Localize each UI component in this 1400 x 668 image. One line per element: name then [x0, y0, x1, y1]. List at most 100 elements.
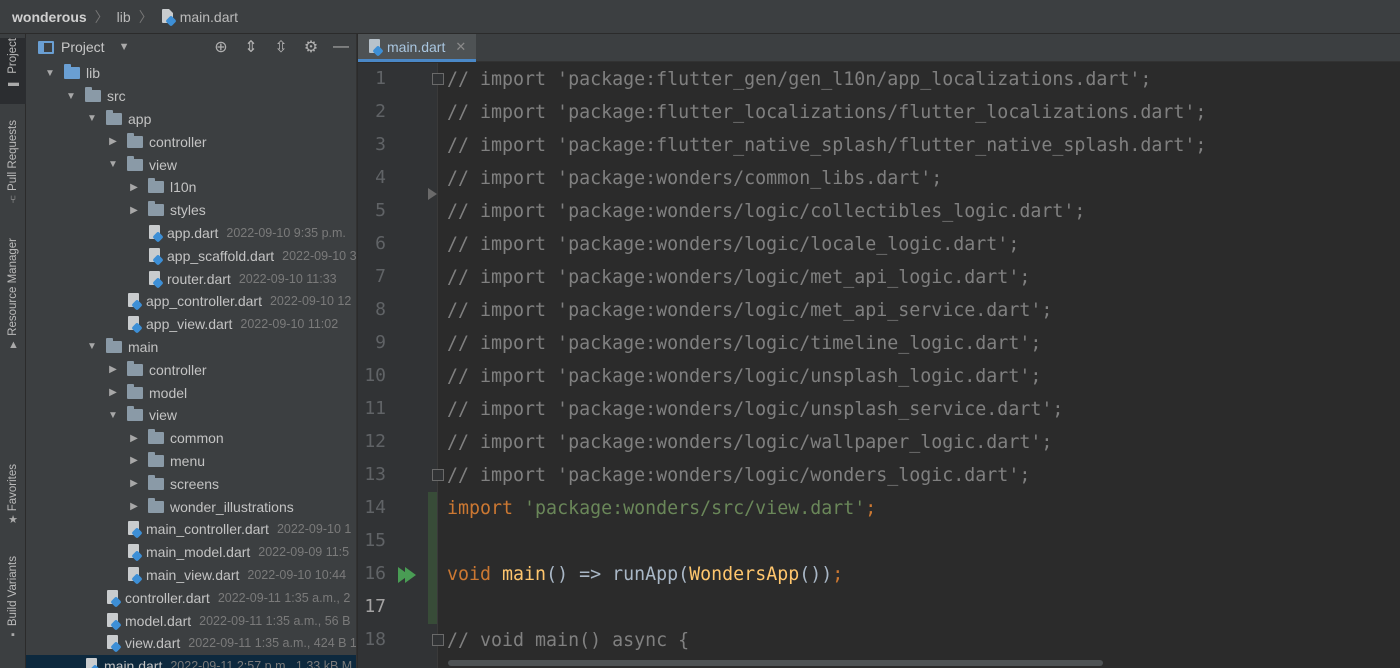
gear-icon[interactable]: ⚙: [296, 37, 326, 57]
breadcrumb-project[interactable]: wonderous: [12, 9, 87, 25]
dart-file-icon: [127, 293, 143, 312]
collapse-all-icon[interactable]: ⇳: [266, 37, 296, 57]
tree-folder-l10n[interactable]: ▶ l10n: [26, 176, 356, 199]
breadcrumb-file[interactable]: main.dart: [180, 9, 238, 25]
tree-item-label: main_view.dart: [146, 566, 240, 583]
locate-icon[interactable]: ⊕: [206, 37, 236, 57]
tree-file[interactable]: view.dart 2022-09-11 1:35 a.m., 424 B 1: [26, 632, 357, 655]
editor-area: main.dart ✕ 1 2 3 4 5 6 7 8 9 10 11 12 13 14 15 16 17 18 …: [358, 34, 1400, 668]
tree-item-meta: 2022-09-10 3: [282, 248, 357, 263]
chevron-down-icon[interactable]: ▼: [44, 68, 56, 79]
tree-folder-view[interactable]: ▼ view: [26, 153, 356, 176]
chevron-down-icon[interactable]: ▼: [86, 341, 98, 352]
tool-tab-resource-manager[interactable]: Resource Manager ▲: [0, 238, 26, 362]
chevron-right-icon[interactable]: ▶: [128, 205, 140, 216]
project-panel: Project ▼ ⊕ ⇕ ⇳ ⚙ — ▼ lib ▼ src ▼ app ▶ control…: [26, 34, 357, 668]
tree-item-label: src: [107, 88, 126, 105]
chevron-down-icon[interactable]: ▼: [65, 91, 77, 102]
chevron-right-icon[interactable]: ▶: [128, 433, 140, 444]
tree-file[interactable]: app_scaffold.dart 2022-09-10 3: [26, 244, 357, 267]
run-icon[interactable]: [405, 567, 416, 583]
line-number: 12: [364, 431, 386, 452]
folder-icon: [148, 497, 164, 513]
tree-folder-common[interactable]: ▶ common: [26, 427, 356, 450]
tree-file[interactable]: app.dart 2022-09-10 9:35 p.m.: [26, 222, 356, 245]
fold-icon[interactable]: [432, 634, 444, 646]
chevron-right-icon[interactable]: ▶: [128, 455, 140, 466]
tab-main-dart[interactable]: main.dart ✕: [358, 34, 476, 62]
tree-file[interactable]: router.dart 2022-09-10 11:33: [26, 267, 356, 290]
code-line: // import 'package:wonders/logic/met_api…: [447, 261, 1030, 294]
code-token: // import 'package:wonders/logic/timelin…: [447, 333, 1042, 354]
code-line: // import 'package:wonders/logic/unsplas…: [447, 393, 1063, 426]
breadcrumb-folder[interactable]: lib: [117, 9, 131, 25]
tree-folder-view[interactable]: ▼ view: [26, 404, 356, 427]
tree-item-label: router.dart: [167, 270, 231, 287]
project-view-selector[interactable]: Project: [61, 39, 105, 55]
chevron-right-icon: 〉: [94, 8, 109, 25]
tree-file[interactable]: app_view.dart 2022-09-10 11:02: [26, 313, 356, 336]
dart-file-icon: [127, 521, 143, 539]
tree-folder-controller[interactable]: ▶ controller: [26, 358, 356, 381]
chevron-right-icon[interactable]: ▶: [128, 182, 140, 193]
tool-tab-build-variants[interactable]: Build Variants ▪: [0, 556, 26, 656]
editor-gutter: 1 2 3 4 5 6 7 8 9 10 11 12 13 14 15 16 17 18: [358, 63, 444, 668]
code-line: // import 'package:flutter_gen/gen_l10n/…: [447, 63, 1151, 96]
tree-folder-main[interactable]: ▼ main: [26, 336, 356, 359]
chevron-right-icon[interactable]: ▶: [107, 387, 119, 398]
dart-file-icon: [127, 316, 143, 334]
expand-all-icon[interactable]: ⇕: [236, 37, 266, 57]
tree-file[interactable]: model.dart 2022-09-11 1:35 a.m., 56 B: [26, 609, 356, 632]
tree-folder-src[interactable]: ▼ src: [26, 85, 356, 108]
folder-icon: [148, 429, 164, 445]
tool-tab-favorites[interactable]: Favorites ★: [0, 464, 26, 536]
chevron-down-icon[interactable]: ▼: [119, 41, 130, 53]
tree-folder-screens[interactable]: ▶ screens: [26, 472, 356, 495]
tree-folder-app[interactable]: ▼ app: [26, 108, 356, 131]
code-token: // import 'package:wonders/logic/unsplas…: [447, 399, 1064, 420]
tree-file[interactable]: controller.dart 2022-09-11 1:35 a.m., 2: [26, 586, 356, 609]
tree-folder-lib[interactable]: ▼ lib: [26, 62, 356, 85]
vcs-change-marker[interactable]: [428, 492, 437, 624]
chevron-right-icon[interactable]: ▶: [128, 478, 140, 489]
tree-file[interactable]: app_controller.dart 2022-09-10 12: [26, 290, 356, 313]
fold-icon[interactable]: [432, 469, 444, 481]
chevron-down-icon[interactable]: ▼: [86, 113, 98, 124]
tree-folder-controller[interactable]: ▶ controller: [26, 130, 356, 153]
minimize-icon[interactable]: —: [326, 38, 356, 56]
chevron-right-icon[interactable]: ▶: [107, 364, 119, 375]
tree-file[interactable]: main_model.dart 2022-09-09 11:5: [26, 541, 356, 564]
code-token: ()): [799, 564, 833, 585]
expand-fold-icon[interactable]: [428, 188, 437, 200]
project-panel-toolbar: ⊕ ⇕ ⇳ ⚙ —: [206, 34, 356, 60]
tree-file[interactable]: main.dart 2022-09-11 2:57 p.m., 1.33 kB M: [26, 654, 356, 668]
tree-file[interactable]: main_controller.dart 2022-09-10 1: [26, 518, 356, 541]
line-number: 7: [375, 266, 386, 287]
line-number: 6: [375, 233, 386, 254]
fold-icon[interactable]: [432, 73, 444, 85]
tree-item-meta: 2022-09-11 2:57 p.m., 1.33 kB M: [170, 659, 353, 668]
tree-folder-menu[interactable]: ▶ menu: [26, 450, 356, 473]
chevron-right-icon: 〉: [138, 8, 153, 25]
tree-item-meta: 2022-09-10 10:44: [247, 567, 347, 582]
close-icon[interactable]: ✕: [455, 39, 466, 55]
chevron-down-icon[interactable]: ▼: [107, 159, 119, 170]
code-token: // import 'package:flutter_localizations…: [447, 102, 1207, 123]
tree-folder-model[interactable]: ▶ model: [26, 381, 356, 404]
tree-folder-wonder_illustrations[interactable]: ▶ wonder_illustrations: [26, 495, 356, 518]
tool-tab-label: Resource Manager: [7, 238, 19, 336]
horizontal-scrollbar[interactable]: [448, 660, 1103, 666]
tree-folder-styles[interactable]: ▶ styles: [26, 199, 356, 222]
line-number: 14: [364, 497, 386, 518]
tool-tab-pull-requests[interactable]: Pull Requests ⑂: [0, 120, 26, 216]
tool-tab-project[interactable]: Project ▬: [0, 38, 26, 104]
tree-item-meta: 2022-09-11 1:35 a.m., 424 B 1: [188, 636, 357, 651]
code-token: // import 'package:wonders/logic/met_api…: [447, 300, 1053, 321]
folder-icon: [148, 201, 164, 217]
chevron-right-icon[interactable]: ▶: [107, 136, 119, 147]
tree-file[interactable]: main_view.dart 2022-09-10 10:44: [26, 564, 356, 587]
folder-icon: [127, 383, 143, 399]
chevron-right-icon[interactable]: ▶: [128, 501, 140, 512]
dart-file-icon: [161, 8, 177, 27]
chevron-down-icon[interactable]: ▼: [107, 410, 119, 421]
